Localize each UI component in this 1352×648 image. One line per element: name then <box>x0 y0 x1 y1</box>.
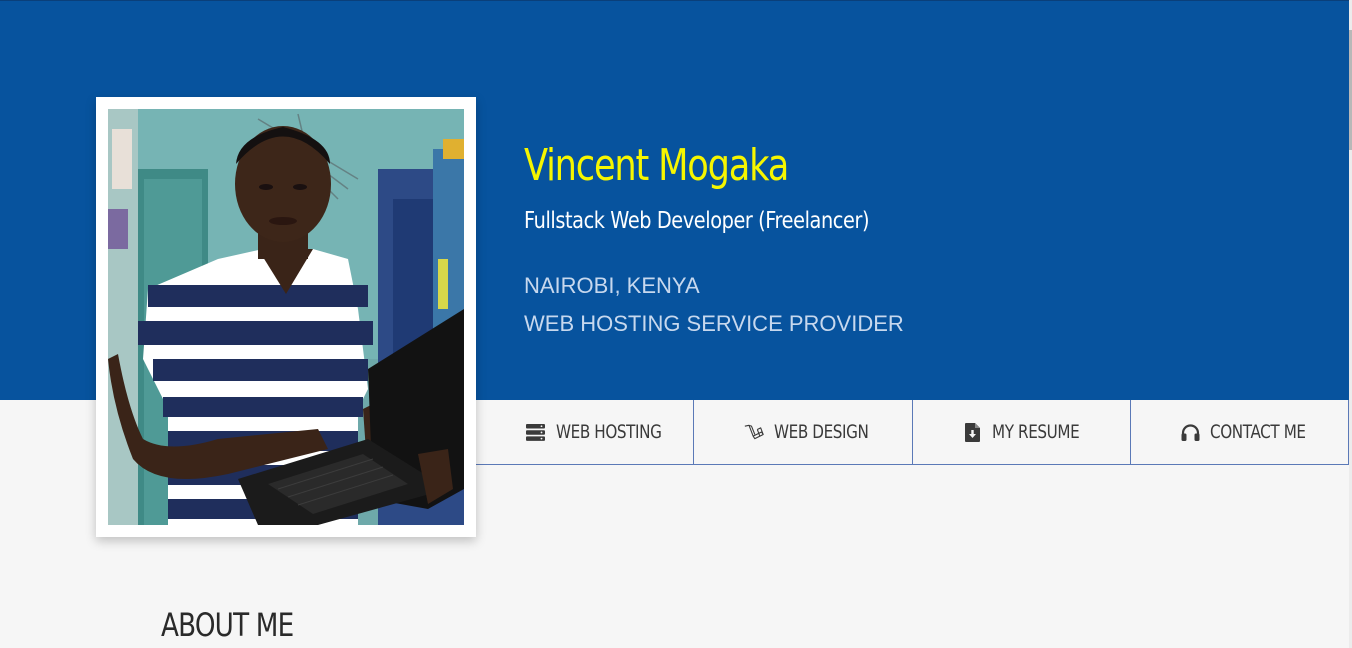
server-icon <box>526 422 546 442</box>
nav-label-web-hosting: WEB HOSTING <box>555 421 662 443</box>
page: Vincent Mogaka Fullstack Web Developer (… <box>0 0 1349 648</box>
nav-label-web-design: WEB DESIGN <box>773 421 869 443</box>
nav-item-my-resume[interactable]: MY RESUME <box>911 400 1130 464</box>
profile-photo-card <box>96 97 476 537</box>
profile-role: Fullstack Web Developer (Freelancer) <box>524 208 870 234</box>
nav-item-contact-me[interactable]: CONTACT ME <box>1129 400 1349 464</box>
section-title-about: ABOUT ME <box>161 606 294 644</box>
profile-name: Vincent Mogaka <box>524 140 789 191</box>
profile-photo <box>108 109 464 525</box>
profile-service: WEB HOSTING SERVICE PROVIDER <box>524 311 904 336</box>
profile-photo-illustration <box>108 109 464 525</box>
nav-item-web-design[interactable]: WEB DESIGN <box>693 400 911 464</box>
nav-label-my-resume: MY RESUME <box>992 421 1080 443</box>
laravel-icon <box>744 422 764 442</box>
nav-label-contact-me: CONTACT ME <box>1210 421 1307 443</box>
profile-location: NAIROBI, KENYA <box>524 273 700 298</box>
file-download-icon <box>962 422 982 442</box>
nav-item-web-hosting[interactable]: WEB HOSTING <box>476 400 693 464</box>
profile-nav: WEB HOSTING WEB DESIGN MY RESUME CONTACT… <box>476 400 1349 465</box>
headphones-icon <box>1180 422 1200 442</box>
